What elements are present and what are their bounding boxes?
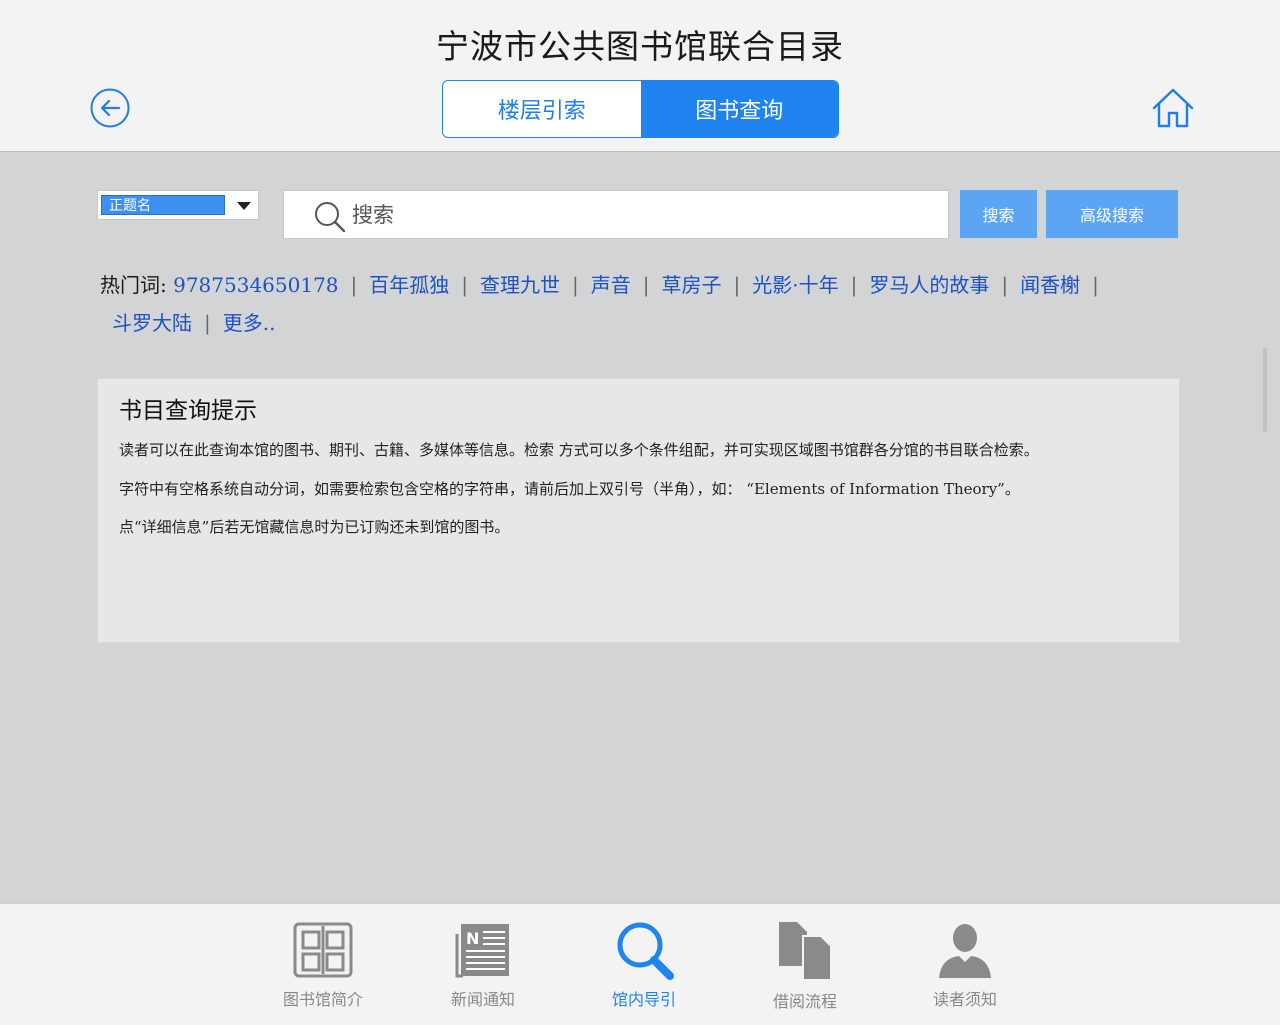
top-header: 宁波市公共图书馆联合目录 楼层引索 图书查询	[0, 0, 1280, 152]
hot-keyword-link[interactable]: 草房子	[662, 273, 722, 297]
tab-library-guide[interactable]: 馆内导引	[584, 920, 704, 1010]
divider: |	[572, 273, 579, 297]
tab-news[interactable]: N 新闻通知	[423, 920, 543, 1010]
divider: |	[733, 273, 741, 297]
hot-keywords: 热门词: 9787534650178 | 百年孤独 | 查理九世 | 声音 | 草房子 | 光影·十…	[100, 266, 1200, 342]
back-arrow-icon	[90, 88, 130, 128]
tab-floor-guide[interactable]: 楼层引索	[443, 81, 641, 137]
search-field-value: 正题名	[101, 195, 225, 215]
tab-borrow-process[interactable]: 借阅流程	[745, 920, 865, 1012]
hot-keywords-label: 热门词:	[100, 273, 167, 297]
home-button[interactable]	[1151, 86, 1195, 130]
home-icon	[1152, 88, 1194, 128]
hot-keyword-link[interactable]: 闻香榭	[1020, 273, 1080, 297]
tab-label: 图书馆简介	[282, 990, 363, 1009]
hot-keyword-link[interactable]: 声音	[591, 273, 631, 297]
advanced-search-button[interactable]: 高级搜索	[1046, 190, 1178, 238]
bottom-tab-bar: 图书馆简介 N 新闻通知 馆内导引 借阅流程 读者须知	[0, 903, 1280, 1025]
tab-label: 新闻通知	[450, 990, 515, 1009]
divider: |	[461, 273, 469, 297]
tab-reader-notice[interactable]: 读者须知	[905, 920, 1025, 1010]
divider: |	[642, 273, 650, 297]
tab-label: 馆内导引	[611, 990, 676, 1009]
scrollbar[interactable]	[1263, 348, 1267, 432]
hot-keyword-link[interactable]: 斗罗大陆	[112, 311, 192, 335]
svg-text:N: N	[466, 929, 479, 948]
search-box[interactable]	[283, 190, 949, 239]
tab-book-search[interactable]: 图书查询	[640, 81, 838, 137]
tips-line: 读者可以在此查询本馆的图书、期刊、古籍、多媒体等信息。检索 方式可以多个条件组配…	[119, 441, 1039, 459]
hot-keyword-link[interactable]: 查理九世	[480, 273, 560, 297]
divider: |	[850, 273, 858, 297]
app-title: 宁波市公共图书馆联合目录	[436, 27, 844, 66]
search-tips-panel: 书目查询提示 读者可以在此查询本馆的图书、期刊、古籍、多媒体等信息。检索 方式可…	[97, 378, 1180, 643]
tab-library-intro[interactable]: 图书馆简介	[263, 920, 383, 1010]
hot-keyword-link[interactable]: 百年孤独	[369, 273, 449, 297]
search-input[interactable]	[352, 197, 922, 233]
divider: |	[1001, 273, 1009, 297]
user-icon	[939, 924, 991, 978]
back-button[interactable]	[90, 88, 130, 128]
divider: |	[204, 311, 211, 335]
tips-line: 点“详细信息”后若无馆藏信息时为已订购还未到馆的图书。	[119, 518, 510, 536]
hot-keyword-link[interactable]: 罗马人的故事	[869, 273, 989, 297]
search-icon	[315, 202, 346, 233]
divider: |	[350, 273, 358, 297]
tips-line: 字符中有空格系统自动分词，如需要检索包含空格的字符串，请前后加上双引号（半角），…	[119, 480, 1020, 498]
search-button[interactable]: 搜索	[960, 190, 1037, 238]
tab-label: 读者须知	[932, 990, 997, 1009]
search-field-select[interactable]: 正题名	[97, 190, 259, 220]
hot-keyword-link[interactable]: 9787534650178	[173, 273, 338, 297]
documents-icon	[779, 922, 832, 981]
more-keywords-link[interactable]: 更多..	[223, 311, 276, 335]
library-intro-icon	[293, 922, 353, 978]
tab-label: 借阅流程	[772, 992, 837, 1011]
dropdown-arrow-icon	[237, 202, 251, 210]
hot-keyword-link[interactable]: 光影·十年	[752, 273, 838, 297]
view-switch: 楼层引索 图书查询	[442, 80, 839, 138]
search-icon	[617, 922, 674, 980]
divider: |	[1092, 273, 1099, 297]
tips-title: 书目查询提示	[119, 398, 257, 424]
newspaper-icon: N	[455, 924, 509, 978]
